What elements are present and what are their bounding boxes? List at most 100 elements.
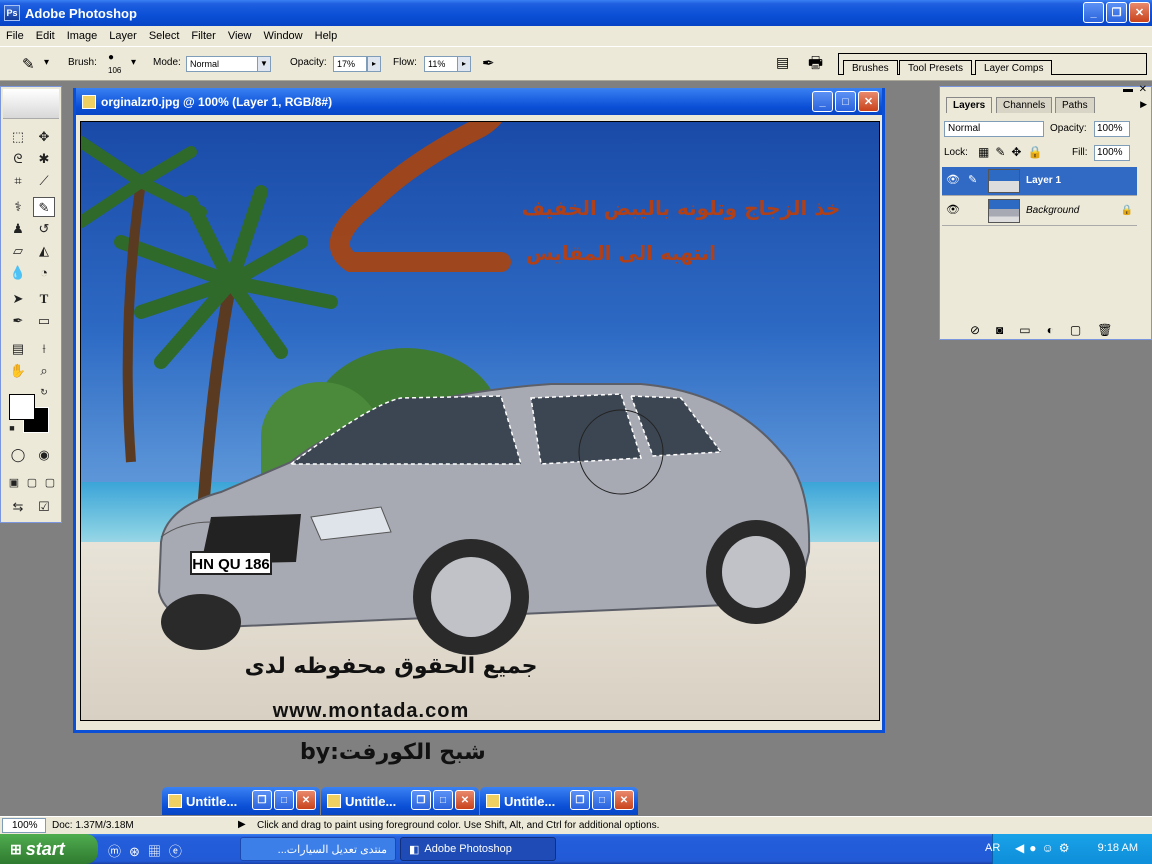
screen-mode-standard-icon[interactable]: ▣ <box>5 473 23 493</box>
brush-tool-icon[interactable]: ✎ <box>22 55 35 73</box>
default-colors-icon[interactable]: ■ <box>5 421 19 435</box>
slice-tool-icon[interactable]: ⟋ <box>33 171 55 191</box>
minimized-doc-3[interactable]: Untitle... ❐ □ ✕ <box>480 787 638 815</box>
screen-mode-full-menu-icon[interactable]: ▢ <box>23 473 41 493</box>
lock-icons[interactable]: ▦✎✥🔒 <box>978 145 1048 159</box>
standard-mode-icon[interactable]: ◯ <box>7 445 29 465</box>
pen-tool-icon[interactable]: ✒ <box>7 311 29 331</box>
hand-tool-icon[interactable]: ✋ <box>7 361 29 381</box>
swap-colors-icon[interactable]: ↻ <box>37 385 51 399</box>
move-tool-icon[interactable]: ✥ <box>33 127 55 147</box>
visibility-eye-icon[interactable]: 👁 <box>944 173 962 189</box>
status-arrow-icon[interactable]: ▶ <box>238 819 246 830</box>
flow-field[interactable]: 11% <box>424 56 458 72</box>
doc-minimize-button[interactable]: _ <box>812 91 833 112</box>
zoom-field[interactable]: 100% <box>2 818 46 833</box>
restore-icon[interactable]: ❐ <box>411 790 431 810</box>
quick-launch-icons[interactable]: ⓜ⊛▦ⓔ <box>108 841 190 860</box>
menu-select[interactable]: Select <box>143 30 186 42</box>
close-button[interactable]: ✕ <box>1129 2 1150 23</box>
mode-select[interactable]: Normal <box>186 56 258 72</box>
rectangle-tool-icon[interactable]: ▭ <box>33 311 55 331</box>
fill-field[interactable]: 100% <box>1094 145 1130 161</box>
maximize-icon[interactable]: □ <box>592 790 612 810</box>
minimize-button[interactable]: _ <box>1083 2 1104 23</box>
eyedropper-tool-icon[interactable]: ⟊ <box>33 339 55 359</box>
panel-opacity-field[interactable]: 100% <box>1094 121 1130 137</box>
blur-tool-icon[interactable]: 💧 <box>7 263 29 283</box>
close-icon[interactable]: ✕ <box>614 790 634 810</box>
restore-icon[interactable]: ❐ <box>252 790 272 810</box>
quick-mask-mode-icon[interactable]: ◉ <box>33 445 55 465</box>
menu-edit[interactable]: Edit <box>30 30 61 42</box>
magic-wand-tool-icon[interactable]: ✱ <box>33 149 55 169</box>
history-brush-tool-icon[interactable]: ↺ <box>33 219 55 239</box>
tab-brushes[interactable]: Brushes <box>843 60 898 75</box>
minimized-doc-2[interactable]: Untitle... ❐ □ ✕ <box>321 787 479 815</box>
close-icon[interactable]: ✕ <box>455 790 475 810</box>
minimized-doc-1[interactable]: Untitle... ❐ □ ✕ <box>162 787 320 815</box>
brush-preview-icon[interactable]: ● <box>108 52 114 63</box>
layer-row-layer1[interactable]: 👁 ✎ Layer 1 <box>942 167 1137 196</box>
tab-layer-comps[interactable]: Layer Comps <box>975 60 1053 75</box>
flow-slider-icon[interactable]: ▸ <box>457 56 471 72</box>
tab-layers[interactable]: Layers <box>946 97 993 113</box>
file-browser-icon[interactable]: ▤ <box>776 54 789 71</box>
panel-menu-arrow-icon[interactable]: ▶ <box>1140 99 1147 110</box>
language-indicator[interactable]: AR <box>985 842 1000 854</box>
zoom-tool-icon[interactable]: ⌕ <box>33 361 55 381</box>
tab-tool-presets[interactable]: Tool Presets <box>899 60 973 75</box>
taskbar-item-forum[interactable]: منتدى تعديل السيارات... <box>240 837 396 861</box>
dodge-tool-icon[interactable]: ◔ <box>33 263 55 283</box>
layer-row-background[interactable]: 👁 Background 🔒 <box>942 197 1137 226</box>
menu-filter[interactable]: Filter <box>185 30 221 42</box>
edit-in-imageready-icon[interactable]: ☑ <box>33 497 55 517</box>
clone-stamp-tool-icon[interactable]: ♟ <box>7 219 29 239</box>
brush-tool-icon[interactable]: ✎ <box>33 197 55 217</box>
healing-brush-tool-icon[interactable]: ⚕ <box>7 197 29 217</box>
jump-to-imageready-icon[interactable]: ⇆ <box>7 497 29 517</box>
paint-bucket-tool-icon[interactable]: ◭ <box>33 241 55 261</box>
doc-close-button[interactable]: ✕ <box>858 91 879 112</box>
feather-logo-icon[interactable] <box>3 89 59 119</box>
notes-tool-icon[interactable]: ▤ <box>7 339 29 359</box>
type-tool-icon[interactable]: T <box>33 289 55 309</box>
restore-button[interactable]: ❐ <box>1106 2 1127 23</box>
close-icon[interactable]: ✕ <box>296 790 316 810</box>
menu-layer[interactable]: Layer <box>103 30 143 42</box>
tab-channels[interactable]: Channels <box>996 97 1053 113</box>
menu-image[interactable]: Image <box>61 30 104 42</box>
menu-file[interactable]: File <box>0 30 30 42</box>
eraser-tool-icon[interactable]: ▱ <box>7 241 29 261</box>
marquee-tool-icon[interactable]: ⬚ <box>7 127 29 147</box>
mode-dropdown-icon[interactable]: ▼ <box>257 56 271 72</box>
panel-minimize-icon[interactable]: ▬ <box>1123 84 1133 95</box>
maximize-icon[interactable]: □ <box>274 790 294 810</box>
airbrush-icon[interactable]: ✒ <box>482 54 495 72</box>
menu-help[interactable]: Help <box>309 30 344 42</box>
opacity-slider-icon[interactable]: ▸ <box>367 56 381 72</box>
doc-maximize-button[interactable]: □ <box>835 91 856 112</box>
tab-paths[interactable]: Paths <box>1055 97 1095 113</box>
screen-mode-full-icon[interactable]: ▢ <box>41 473 59 493</box>
restore-icon[interactable]: ❐ <box>570 790 590 810</box>
taskbar-item-photoshop[interactable]: ◧ Adobe Photoshop <box>400 837 556 861</box>
foreground-color-swatch[interactable] <box>9 394 35 420</box>
layer-actions-icons[interactable]: ⊘◙▭◐▢🗑 <box>970 323 1128 337</box>
image-canvas[interactable]: HN QU 186 خذ الزجاج وتلونه باليبض الخفيف… <box>80 121 880 721</box>
menu-window[interactable]: Window <box>258 30 309 42</box>
tool-preset-arrow-icon[interactable]: ▾ <box>44 57 49 68</box>
visibility-eye-icon[interactable]: 👁 <box>944 203 962 219</box>
path-selection-tool-icon[interactable]: ➤ <box>7 289 29 309</box>
blend-mode-select[interactable]: Normal <box>944 121 1044 137</box>
start-button[interactable]: ⊞ start <box>0 834 98 864</box>
panel-close-icon[interactable]: ✕ <box>1139 84 1147 95</box>
maximize-icon[interactable]: □ <box>433 790 453 810</box>
palette-well-icon[interactable]: 🖶 <box>808 52 823 79</box>
opacity-field[interactable]: 17% <box>333 56 367 72</box>
lasso-tool-icon[interactable]: ᘓ <box>7 149 29 169</box>
brush-picker-arrow-icon[interactable]: ▾ <box>131 57 136 68</box>
menu-view[interactable]: View <box>222 30 258 42</box>
tray-icons[interactable]: ◀●☺⚙ <box>1015 841 1075 855</box>
crop-tool-icon[interactable]: ⌗ <box>7 171 29 191</box>
